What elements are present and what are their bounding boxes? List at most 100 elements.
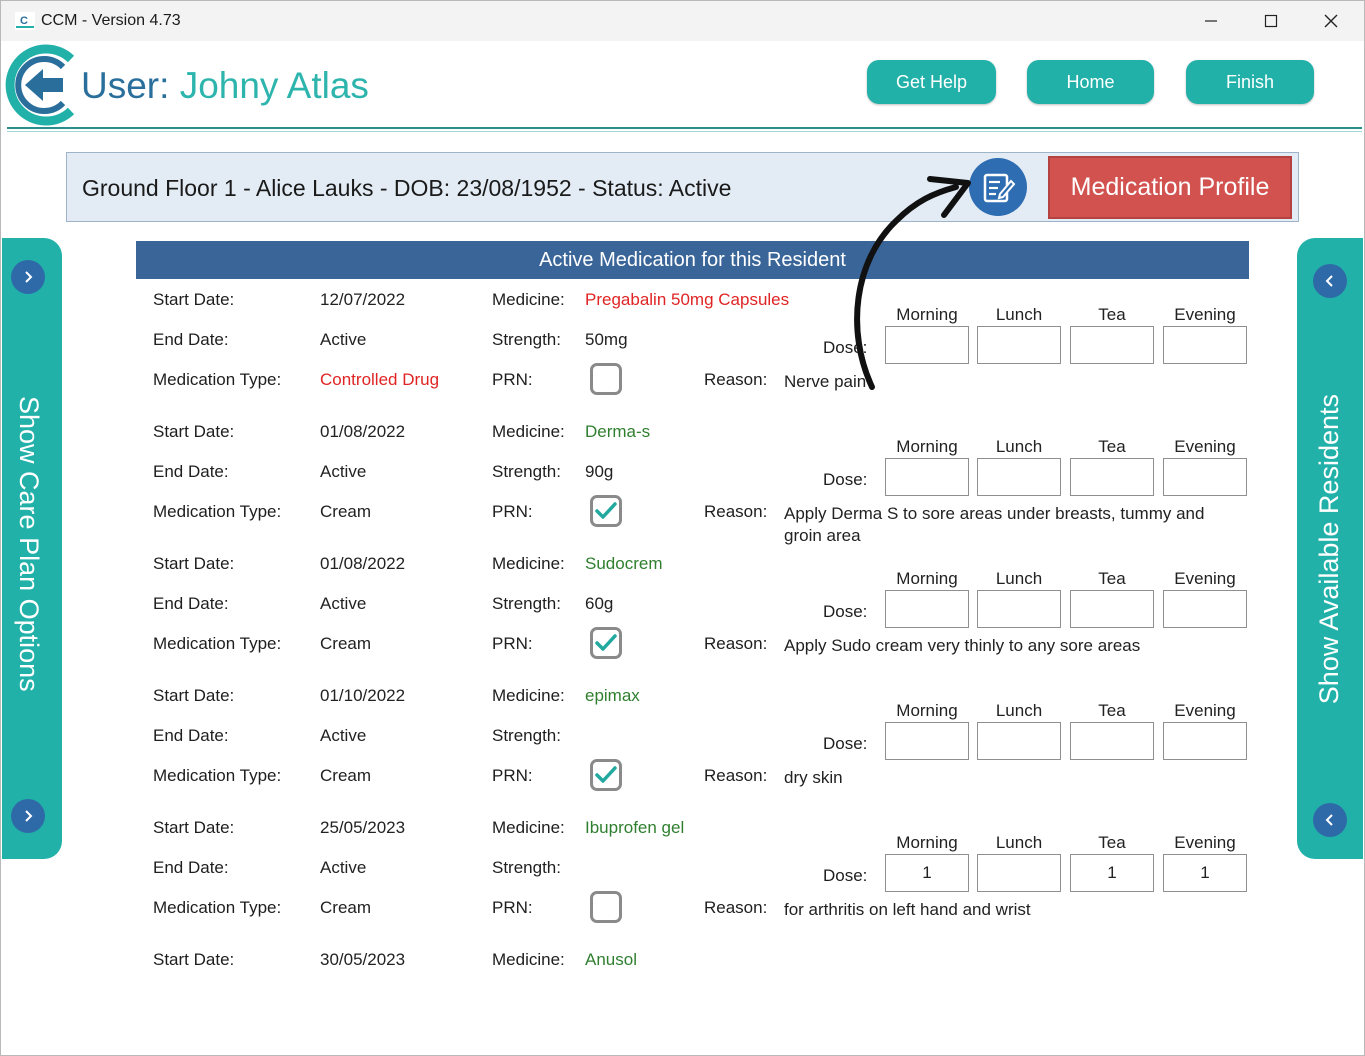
close-icon — [1324, 14, 1338, 28]
start-date-value: 01/08/2022 — [320, 554, 406, 573]
finish-button[interactable]: Finish — [1186, 60, 1314, 104]
dose-tea-field[interactable] — [1070, 326, 1154, 364]
prn-checkbox[interactable] — [590, 627, 622, 659]
dose-header-tea: Tea — [1098, 569, 1126, 588]
title-bar: C CCM - Version 4.73 — [1, 1, 1364, 41]
start-date-value: 25/05/2023 — [320, 818, 406, 837]
section-title: Active Medication for this Resident — [136, 241, 1249, 279]
edit-note-icon — [983, 173, 1016, 203]
start-date-label: Start Date: — [153, 818, 235, 837]
dose-evening-field[interactable]: 1 — [1163, 854, 1247, 892]
medication-type-value: Controlled Drug — [320, 370, 440, 389]
minimize-button[interactable] — [1189, 7, 1233, 35]
medication-type-label: Medication Type: — [153, 370, 282, 389]
dose-header-tea: Tea — [1098, 833, 1126, 852]
dose-evening-field[interactable] — [1163, 326, 1247, 364]
reason-text: dry skin — [784, 768, 843, 787]
dose-header-tea: Tea — [1098, 437, 1126, 456]
start-date-value: 12/07/2022 — [320, 290, 406, 309]
dose-tea-field[interactable] — [1070, 590, 1154, 628]
dose-tea-field[interactable]: 1 — [1070, 854, 1154, 892]
maximize-icon — [1264, 14, 1278, 28]
start-date-label: Start Date: — [153, 290, 235, 309]
medicine-label: Medicine: — [492, 554, 565, 573]
start-date-label: Start Date: — [153, 950, 235, 969]
medicine-label: Medicine: — [492, 818, 565, 837]
prn-checkbox[interactable] — [590, 495, 622, 527]
prn-label: PRN: — [492, 370, 533, 389]
dose-tea-field[interactable] — [1070, 722, 1154, 760]
dose-header-evening: Evening — [1174, 833, 1236, 852]
expand-left-top-button[interactable] — [11, 260, 45, 294]
strength-value: 90g — [585, 462, 614, 481]
dose-lunch-field[interactable] — [977, 722, 1061, 760]
end-date-label: End Date: — [153, 330, 229, 349]
dose-lunch-field[interactable] — [977, 326, 1061, 364]
medication-type-label: Medication Type: — [153, 766, 282, 785]
dose-evening-field[interactable] — [1163, 590, 1247, 628]
svg-text:C: C — [20, 15, 28, 27]
user-label: User: Johny Atlas — [81, 65, 369, 107]
medicine-name[interactable]: epimax — [585, 686, 640, 706]
resident-info: Ground Floor 1 - Alice Lauks - DOB: 23/0… — [82, 175, 732, 201]
reason-label: Reason: — [704, 766, 768, 785]
app-icon: C — [15, 12, 35, 30]
start-date-label: Start Date: — [153, 422, 235, 441]
medicine-name[interactable]: Pregabalin 50mg Capsules — [585, 290, 789, 310]
get-help-button[interactable]: Get Help — [867, 60, 996, 104]
dose-evening-field[interactable] — [1163, 722, 1247, 760]
reason-text: for arthritis on left hand and wrist — [784, 900, 1031, 919]
dose-header-lunch: Lunch — [995, 833, 1043, 852]
reason-text: Apply Sudo cream very thinly to any sore… — [784, 636, 1141, 655]
medicine-name[interactable]: Sudocrem — [585, 554, 662, 574]
minimize-icon — [1205, 20, 1217, 22]
dose-lunch-field[interactable] — [977, 590, 1061, 628]
check-icon — [595, 502, 617, 519]
strength-label: Strength: — [492, 858, 561, 877]
expand-right-bottom-button[interactable] — [1313, 803, 1347, 837]
expand-right-top-button[interactable] — [1313, 264, 1347, 298]
strength-label: Strength: — [492, 594, 561, 613]
medication-type-value: Cream — [320, 898, 372, 917]
end-date-label: End Date: — [153, 726, 229, 745]
dose-morning-field[interactable] — [885, 590, 969, 628]
show-available-residents[interactable]: Show Available Residents — [1314, 394, 1345, 704]
dose-morning-field[interactable] — [885, 722, 969, 760]
dose-header-tea: Tea — [1098, 305, 1126, 324]
dose-morning-field[interactable] — [885, 458, 969, 496]
window-title: CCM - Version 4.73 — [41, 12, 181, 29]
prn-label: PRN: — [492, 898, 533, 917]
medication-profile-button[interactable]: Medication Profile — [1048, 156, 1292, 219]
medicine-name[interactable]: Derma-s — [585, 422, 650, 442]
header-divider — [7, 127, 1362, 129]
ccm-logo — [3, 43, 77, 132]
dose-evening-field[interactable] — [1163, 458, 1247, 496]
dose-lunch-field[interactable] — [977, 458, 1061, 496]
medicine-label: Medicine: — [492, 422, 565, 441]
chevron-left-icon — [1325, 275, 1333, 287]
home-button[interactable]: Home — [1027, 60, 1154, 104]
prn-checkbox[interactable] — [590, 363, 622, 395]
dose-morning-field[interactable]: 1 — [885, 854, 969, 892]
close-button[interactable] — [1309, 7, 1353, 35]
dose-label: Dose: — [823, 866, 868, 885]
medication-type-label: Medication Type: — [153, 898, 282, 917]
medicine-name[interactable]: Anusol — [585, 950, 637, 970]
strength-value: 60g — [585, 594, 614, 613]
dose-label: Dose: — [823, 470, 868, 489]
reason-label: Reason: — [704, 898, 768, 917]
maximize-button[interactable] — [1249, 7, 1293, 35]
expand-left-bottom-button[interactable] — [11, 799, 45, 833]
medicine-name[interactable]: Ibuprofen gel — [585, 818, 684, 838]
medication-type-value: Cream — [320, 634, 372, 653]
reason-label: Reason: — [704, 370, 768, 389]
prn-checkbox[interactable] — [590, 759, 622, 791]
show-care-plan-options[interactable]: Show Care Plan Options — [13, 396, 44, 692]
medication-type-label: Medication Type: — [153, 502, 282, 521]
check-icon — [595, 766, 617, 783]
dose-lunch-field[interactable] — [977, 854, 1061, 892]
dose-tea-field[interactable] — [1070, 458, 1154, 496]
prn-checkbox[interactable] — [590, 891, 622, 923]
prn-label: PRN: — [492, 766, 533, 785]
edit-medication-button[interactable] — [969, 158, 1027, 216]
